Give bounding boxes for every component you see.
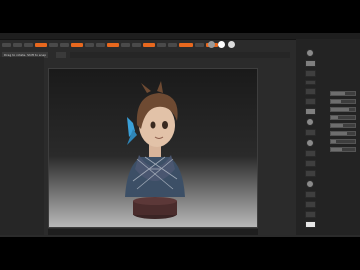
tool-sliders xyxy=(330,91,356,181)
zbrush-window: Drag to rotate. Shift to snap xyxy=(0,33,360,237)
menu-item-movie[interactable] xyxy=(143,43,155,47)
sphere-icon[interactable] xyxy=(306,49,314,57)
left-shelf xyxy=(0,57,44,235)
local-icon[interactable] xyxy=(306,139,314,147)
document-canvas[interactable] xyxy=(48,68,258,228)
move-button[interactable] xyxy=(304,160,316,167)
rotate-icon[interactable] xyxy=(306,180,314,188)
gray-material-icon[interactable] xyxy=(208,41,215,48)
solo-button[interactable] xyxy=(304,221,316,228)
menu-item-alpha[interactable] xyxy=(2,43,11,47)
actual-button[interactable] xyxy=(304,98,316,105)
slider-7[interactable] xyxy=(330,139,356,144)
menu-item-file[interactable] xyxy=(71,43,83,47)
zoom-button[interactable] xyxy=(304,88,316,95)
menu-item-light[interactable] xyxy=(96,43,105,47)
secondary-toolbar xyxy=(70,52,290,58)
slider-2[interactable] xyxy=(330,99,356,104)
floor-button[interactable] xyxy=(304,129,316,136)
polyf-button[interactable] xyxy=(304,191,316,198)
canvas-footer xyxy=(48,229,258,235)
menu-item-draw[interactable] xyxy=(49,43,58,47)
menu-item-document[interactable] xyxy=(35,43,47,47)
scale-button[interactable] xyxy=(304,170,316,177)
brush-icon[interactable] xyxy=(304,60,316,67)
slider-3[interactable] xyxy=(330,107,356,112)
bpr-button[interactable] xyxy=(304,70,316,77)
menu-item-picker[interactable] xyxy=(157,43,166,47)
menu-item-color[interactable] xyxy=(24,43,33,47)
scroll-button[interactable] xyxy=(304,80,316,85)
sculpt-render xyxy=(125,81,185,219)
menu-item-macro[interactable] xyxy=(107,43,119,47)
menu-item-material[interactable] xyxy=(132,43,141,47)
menu-item-render[interactable] xyxy=(179,43,193,47)
menu-item-layer[interactable] xyxy=(85,43,94,47)
slider-8[interactable] xyxy=(330,147,356,152)
right-shelf xyxy=(304,49,316,233)
slider-5[interactable] xyxy=(330,123,356,128)
white-material-icon[interactable] xyxy=(218,41,225,48)
transp-button[interactable] xyxy=(304,201,316,208)
menu-item-preferences[interactable] xyxy=(168,43,177,47)
menu-item-edit[interactable] xyxy=(60,43,69,47)
ghost-button[interactable] xyxy=(304,211,316,218)
slider-6[interactable] xyxy=(330,131,356,136)
aahalf-button[interactable] xyxy=(304,108,316,115)
status-indicator xyxy=(56,52,66,58)
light-material-icon[interactable] xyxy=(228,41,235,48)
menu-item-marker[interactable] xyxy=(121,43,130,47)
menu-item-brush[interactable] xyxy=(13,43,22,47)
menu-item-stencil[interactable] xyxy=(195,43,204,47)
frame-button[interactable] xyxy=(304,150,316,157)
persp-icon[interactable] xyxy=(306,118,314,126)
slider-4[interactable] xyxy=(330,115,356,120)
slider-1[interactable] xyxy=(330,91,356,96)
